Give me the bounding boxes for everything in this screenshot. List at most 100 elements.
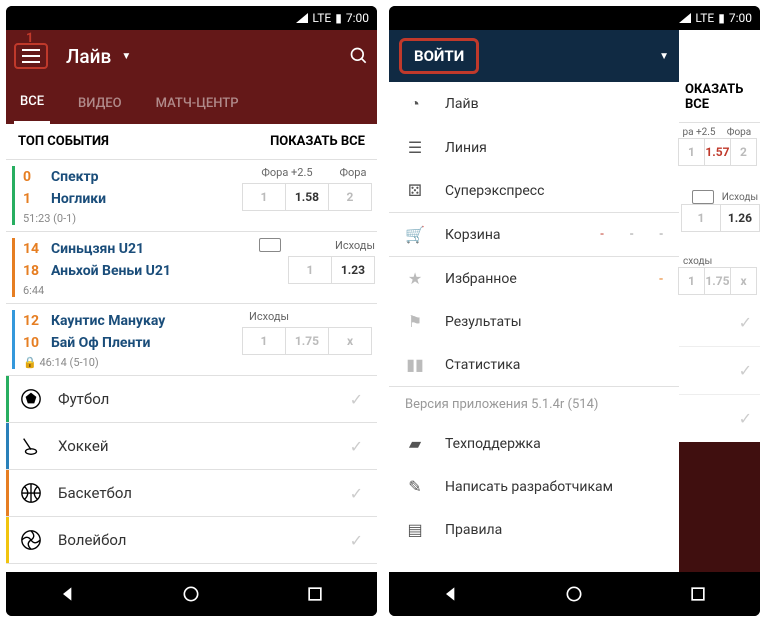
odd-box[interactable]: x — [328, 327, 372, 355]
tv-icon — [259, 238, 281, 252]
status-bar: LTE ▮ 7:00 — [389, 6, 760, 30]
check-icon: ✓ — [350, 390, 363, 409]
drawer-label: Написать разработчикам — [445, 479, 613, 495]
sport-stripe — [6, 517, 9, 563]
drawer-label: Результаты — [445, 314, 522, 330]
app-bar: 1 Лайв ▼ — [6, 30, 377, 82]
hockey-icon — [20, 435, 42, 457]
annotation-1: 1 — [26, 31, 33, 46]
tab-all[interactable]: ВСЕ — [14, 82, 50, 124]
match-row[interactable]: 0Спектр 1Ноглики 51:23 (0-1) Фора +2.5Фо… — [6, 160, 377, 232]
search-icon[interactable] — [349, 46, 369, 66]
odd-box[interactable]: 1 — [242, 327, 286, 355]
score: 18 — [23, 263, 43, 279]
sport-row-hockey[interactable]: Хоккей ✓ — [6, 423, 377, 470]
drawer-header: ВОЙТИ ▼ — [389, 30, 679, 82]
odd-box[interactable]: 1.58 — [285, 183, 329, 211]
drawer-item-live[interactable]: ◔Лайв — [389, 82, 679, 126]
drawer-item-fav[interactable]: ★ Избранное - — [389, 257, 679, 300]
sport-label: Футбол — [58, 390, 109, 408]
team-name: Бай Оф Пленти — [51, 335, 150, 351]
odd-box[interactable]: 2 — [328, 183, 372, 211]
odd-box[interactable]: 1.75 — [285, 327, 329, 355]
sport-label: Баскетбол — [58, 484, 132, 502]
nav-drawer: ВОЙТИ ▼ ◔Лайв ☰ Линия ⚄Суперэкспресс 🛒 Ко… — [389, 30, 679, 572]
app-version: Версия приложения 5.1.4r (514) — [389, 387, 679, 422]
nav-recent-icon[interactable] — [305, 584, 325, 604]
nav-home-icon[interactable] — [564, 584, 584, 604]
nav-home-icon[interactable] — [181, 584, 201, 604]
clipboard-icon: ▤ — [405, 520, 425, 539]
drawer-item-rules[interactable]: ▤ Правила — [389, 508, 679, 551]
background-peek: ОКАЗАТЬ ВСЕ ра +2.5Фора 11.572 Исходы 11… — [679, 30, 760, 442]
drawer-label: Правила — [445, 522, 502, 538]
nav-back-icon[interactable] — [441, 584, 461, 604]
drawer-item-results[interactable]: ⚑Результаты — [389, 300, 679, 343]
tab-bar: ВСЕ ВИДЕО МАТЧ-ЦЕНТР — [6, 82, 377, 124]
tab-video[interactable]: ВИДЕО — [72, 84, 128, 123]
battery-icon: ▮ — [718, 11, 725, 25]
drawer-item-stats[interactable]: ▮▮ Статистика — [389, 343, 679, 386]
sport-row-volleyball[interactable]: Волейбол ✓ — [6, 517, 377, 564]
sport-row-football[interactable]: Футбол ✓ — [6, 376, 377, 423]
odd-box[interactable]: 1 — [288, 256, 332, 284]
content-area: ТОП СОБЫТИЯ ПОКАЗАТЬ ВСЕ 0Спектр 1Ноглик… — [6, 124, 377, 572]
nav-recent-icon[interactable] — [688, 584, 708, 604]
tab-match-center[interactable]: МАТЧ-ЦЕНТР — [150, 84, 245, 123]
menu-button[interactable]: 1 — [14, 43, 48, 69]
match-row[interactable]: 14Синьцзян U21 18Аньхой Веньи U21 6:44 И… — [6, 232, 377, 304]
drawer-item-feedback[interactable]: ✎Написать разработчикам — [389, 465, 679, 508]
lte-label: LTE — [312, 11, 331, 25]
clock: 7:00 — [729, 11, 752, 25]
match-time: 6:44 — [23, 284, 259, 297]
sport-stripe — [6, 470, 9, 516]
battery-icon: ▮ — [335, 11, 342, 25]
sport-stripe — [6, 376, 9, 422]
cart-val: - — [630, 227, 634, 242]
star-icon: ★ — [405, 269, 425, 288]
team-name: Синьцзян U21 — [51, 241, 144, 257]
drawer-item-line[interactable]: ☰ Линия — [389, 126, 679, 169]
clock: 7:00 — [346, 11, 369, 25]
sport-row-basketball[interactable]: Баскетбол ✓ — [6, 470, 377, 517]
nav-back-icon[interactable] — [58, 584, 78, 604]
sport-stripe — [6, 423, 9, 469]
lock-icon: 🔒 — [23, 356, 37, 369]
drawer-label: Техподдержка — [445, 436, 541, 452]
drawer-item-cart[interactable]: 🛒 Корзина - - - — [389, 213, 679, 256]
drawer-label: Избранное — [445, 271, 517, 287]
login-button[interactable]: ВОЙТИ — [399, 38, 479, 74]
lte-label: LTE — [695, 11, 714, 25]
check-icon: ✓ — [350, 531, 363, 550]
drawer-scrim[interactable]: ОКАЗАТЬ ВСЕ ра +2.5Фора 11.572 Исходы 11… — [679, 30, 760, 572]
page-title[interactable]: Лайв — [66, 45, 111, 68]
phone-left: LTE ▮ 7:00 1 Лайв ▼ ВСЕ ВИДЕО МАТЧ-ЦЕНТР… — [6, 6, 377, 616]
chart-icon: ▮▮ — [405, 355, 425, 374]
team-name: Ноглики — [51, 191, 106, 207]
odd-box[interactable]: 1.23 — [331, 256, 375, 284]
odd-header: Исходы — [243, 310, 375, 323]
team-name: Аньхой Веньи U21 — [51, 263, 171, 279]
chevron-down-icon[interactable]: ▼ — [659, 51, 669, 62]
odd-box[interactable]: 1 — [242, 183, 286, 211]
drawer-overlay: ВОЙТИ ▼ ◔Лайв ☰ Линия ⚄Суперэкспресс 🛒 Ко… — [389, 30, 760, 572]
score: 1 — [23, 191, 43, 207]
status-bar: LTE ▮ 7:00 — [6, 6, 377, 30]
match-row[interactable]: 12Каунтис Манукау 10Бай Оф Пленти 🔒 46:1… — [6, 304, 377, 376]
chevron-down-icon[interactable]: ▼ — [121, 51, 131, 62]
drawer-item-express[interactable]: ⚄Суперэкспресс — [389, 169, 679, 212]
drawer-label: Корзина — [445, 227, 501, 243]
football-icon — [20, 388, 42, 410]
phone-right: LTE ▮ 7:00 ВОЙТИ ▼ ◔Лайв ☰ Линия ⚄Суперэк… — [389, 6, 760, 616]
drawer-label: Линия — [445, 140, 487, 156]
sport-stripe — [12, 310, 15, 369]
drawer-item-support[interactable]: ▰Техподдержка — [389, 422, 679, 465]
drawer-label: Статистика — [445, 357, 520, 373]
fav-badge: - — [659, 271, 663, 287]
match-time: 🔒 46:14 (5-10) — [23, 356, 243, 369]
dice-icon: ⚄ — [405, 181, 425, 200]
sport-label: Хоккей — [58, 437, 109, 455]
show-all-button[interactable]: ПОКАЗАТЬ ВСЕ — [270, 134, 365, 149]
calendar-icon: ☰ — [405, 138, 425, 157]
section-title: ТОП СОБЫТИЯ — [18, 134, 109, 149]
